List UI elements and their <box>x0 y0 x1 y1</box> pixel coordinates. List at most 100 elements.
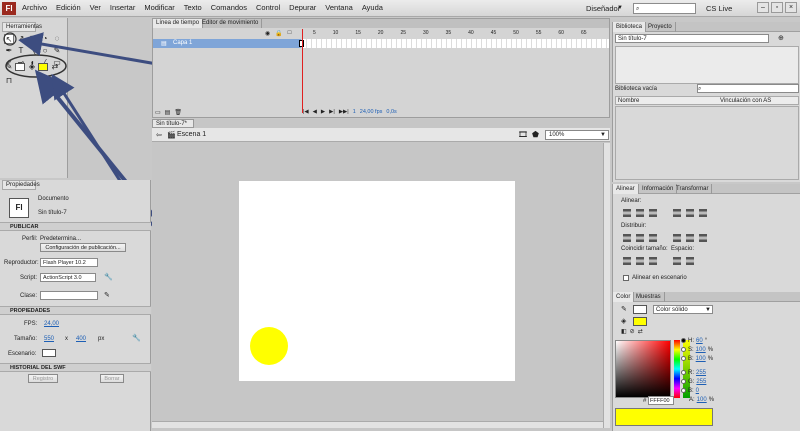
last-frame-icon[interactable]: ▶▶| <box>339 109 349 115</box>
properties-section[interactable]: PROPIEDADES <box>0 306 151 315</box>
player-select[interactable]: Flash Player 10.2 <box>40 258 98 267</box>
stage-color-swatch[interactable] <box>42 349 56 357</box>
lock-icon[interactable]: 🔒 <box>275 30 282 37</box>
fps-value[interactable]: 24,00 <box>44 321 59 327</box>
hex-input[interactable]: FFFF00 <box>648 396 674 405</box>
width-value[interactable]: 550 <box>44 336 54 342</box>
align-to-stage-checkbox[interactable] <box>623 275 629 281</box>
frame-cells[interactable] <box>302 39 609 48</box>
prev-frame-icon[interactable]: ◀ <box>313 109 317 115</box>
tab-align[interactable]: Alinear <box>613 184 639 194</box>
swap-colors-icon[interactable]: ⇄ <box>638 328 643 335</box>
swf-history-section[interactable]: HISTORIAL DEL SWF <box>0 363 151 372</box>
edit-scene-icon[interactable]: 🎞 <box>518 130 528 139</box>
distribute-center-h-icon[interactable] <box>686 234 694 242</box>
play-icon[interactable]: ▶ <box>321 109 325 115</box>
align-right-icon[interactable] <box>649 209 657 217</box>
outline-icon[interactable]: □ <box>288 30 292 37</box>
new-folder-icon[interactable]: ▤ <box>165 109 171 116</box>
tab-info[interactable]: Información <box>639 184 678 194</box>
blue-value[interactable]: 0 <box>696 388 699 394</box>
library-document-select[interactable]: Sin título-7 <box>615 34 769 43</box>
color-type-select[interactable]: Color sólido ▼ <box>653 305 713 314</box>
distribute-top-icon[interactable] <box>623 234 631 242</box>
distribute-center-v-icon[interactable] <box>636 234 644 242</box>
clear-button[interactable]: Borrar <box>100 374 124 383</box>
distribute-right-icon[interactable] <box>699 234 707 242</box>
log-button[interactable]: Registro <box>28 374 58 383</box>
space-vertical-icon[interactable] <box>673 257 681 265</box>
h-value[interactable]: 60 <box>696 338 703 344</box>
horizontal-scrollbar[interactable] <box>152 421 603 428</box>
eye-icon[interactable]: ◉ <box>265 30 270 37</box>
tab-color[interactable]: Color <box>613 292 635 302</box>
document-tab[interactable]: Sin título-7* <box>152 119 194 128</box>
wrench-icon[interactable]: 🔧 <box>132 334 141 342</box>
edit-symbol-icon[interactable]: ⬟ <box>532 130 539 139</box>
publish-settings-button[interactable]: Configuración de publicación... <box>40 243 126 252</box>
document-area: Sin título-7* ⇦ 🎬 Escena 1 🎞 ⬟ 100% ▼ <box>152 119 610 431</box>
hue-slider[interactable] <box>674 340 680 398</box>
g-value[interactable]: 255 <box>696 379 706 385</box>
tab-motion-editor[interactable]: Editor de movimiento <box>199 19 263 28</box>
back-arrow-icon[interactable]: ⇦ <box>156 131 162 139</box>
properties-tab[interactable]: Propiedades <box>2 180 40 190</box>
match-both-icon[interactable] <box>649 257 657 265</box>
tab-timeline[interactable]: Línea de tiempo <box>153 19 204 28</box>
publish-section[interactable]: PUBLICAR <box>0 222 151 231</box>
color-picker-field[interactable] <box>615 340 671 398</box>
blue-radio[interactable] <box>681 388 686 393</box>
b-value[interactable]: 100 <box>696 356 706 362</box>
black-white-icon[interactable]: ◧ <box>621 328 627 335</box>
ruler-label: 60 <box>558 30 564 36</box>
tab-transform[interactable]: Transformar <box>673 184 713 194</box>
b-radio[interactable] <box>681 356 686 361</box>
match-width-icon[interactable] <box>623 257 631 265</box>
align-middle-icon[interactable] <box>686 209 694 217</box>
fill-color-swatch[interactable] <box>633 317 647 326</box>
stroke-color-swatch[interactable] <box>633 305 647 314</box>
align-bottom-icon[interactable] <box>699 209 707 217</box>
tab-swatches[interactable]: Muestras <box>633 292 665 302</box>
layer-row[interactable]: Capa 1 <box>153 39 301 48</box>
class-input[interactable] <box>40 291 98 300</box>
match-height-icon[interactable] <box>636 257 644 265</box>
no-color-icon[interactable]: ⊘ <box>630 328 635 335</box>
s-label: S: <box>688 347 694 353</box>
space-horizontal-icon[interactable] <box>686 257 694 265</box>
align-left-icon[interactable] <box>623 209 631 217</box>
col-name[interactable]: Nombre <box>618 98 639 104</box>
height-value[interactable]: 400 <box>76 336 86 342</box>
s-radio[interactable] <box>681 347 686 352</box>
distribute-left-icon[interactable] <box>673 234 681 242</box>
next-frame-icon[interactable]: ▶| <box>329 109 335 115</box>
r-radio[interactable] <box>681 370 686 375</box>
new-layer-icon[interactable]: ▭ <box>155 109 161 116</box>
zoom-select[interactable]: 100% ▼ <box>545 130 609 140</box>
s-value[interactable]: 100 <box>696 347 706 353</box>
playhead[interactable] <box>302 29 303 113</box>
alpha-label: A: <box>689 397 695 403</box>
alpha-value[interactable]: 100 <box>697 397 707 403</box>
align-top-icon[interactable] <box>673 209 681 217</box>
delete-layer-icon[interactable]: 🗑 <box>174 109 182 116</box>
first-frame-icon[interactable]: |◀ <box>303 109 309 115</box>
g-radio[interactable] <box>681 379 686 384</box>
tab-library[interactable]: Biblioteca <box>613 22 647 32</box>
tab-project[interactable]: Proyecto <box>645 22 676 32</box>
distribute-bottom-icon[interactable] <box>649 234 657 242</box>
b-label: B: <box>688 356 694 362</box>
pin-icon[interactable]: ⊕ <box>778 34 784 42</box>
elapsed-time: 0,0s <box>386 109 397 115</box>
library-list[interactable] <box>615 106 799 180</box>
align-center-h-icon[interactable] <box>636 209 644 217</box>
wrench-icon[interactable]: 🔧 <box>104 273 113 281</box>
script-select[interactable]: ActionScript 3.0 <box>40 273 96 282</box>
yellow-circle-shape[interactable] <box>250 327 288 365</box>
library-search-input[interactable]: ⌕ <box>697 84 799 93</box>
r-value[interactable]: 255 <box>696 370 706 376</box>
h-radio[interactable] <box>681 338 686 343</box>
edit-class-icon[interactable]: ✎ <box>104 291 110 299</box>
col-linkage[interactable]: Vinculación con AS <box>720 98 771 104</box>
vertical-scrollbar[interactable] <box>603 143 610 428</box>
